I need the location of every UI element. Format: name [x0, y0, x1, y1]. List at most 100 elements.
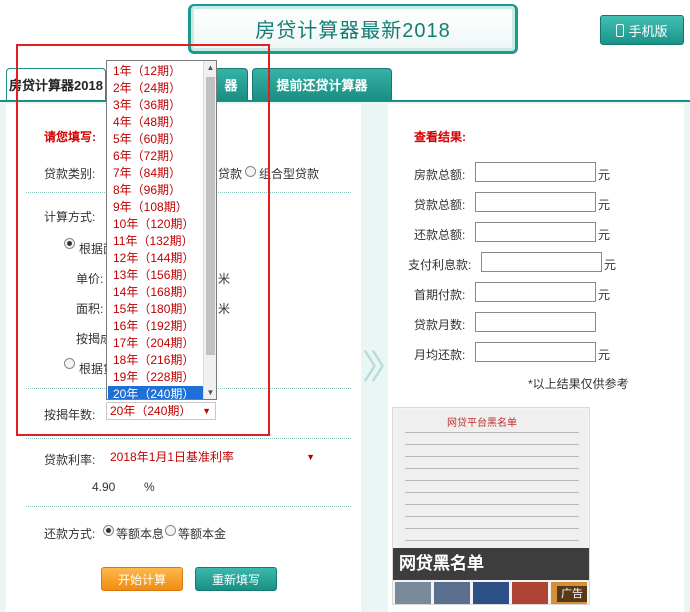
- result-unit: 元: [598, 288, 611, 302]
- repay-equal-interest-label[interactable]: 等额本息: [116, 525, 164, 542]
- result-interest-field[interactable]: [481, 252, 602, 272]
- area-unit: 米: [218, 302, 231, 316]
- reset-button[interactable]: 重新填写: [195, 567, 277, 591]
- result-loan-total-field[interactable]: [475, 192, 596, 212]
- tab-prepay-calculator[interactable]: 提前还贷计算器: [252, 68, 392, 100]
- result-label-months: 贷款月数:: [414, 318, 466, 332]
- scroll-down-icon[interactable]: ▼: [204, 386, 216, 399]
- tab-label: 房贷计算器2018: [9, 78, 103, 93]
- page-title: 房贷计算器最新2018: [255, 20, 451, 42]
- dropdown-option[interactable]: 19年（228期）: [108, 369, 203, 386]
- years-dropdown-list[interactable]: 1年（12期） 2年（24期） 3年（36期） 4年（48期） 5年（60期） …: [106, 60, 217, 400]
- result-unit: 元: [604, 258, 617, 272]
- dropdown-option[interactable]: 14年（168期）: [108, 284, 203, 301]
- dropdown-arrow-icon: ▼: [202, 406, 211, 416]
- start-calculation-button[interactable]: 开始计算: [101, 567, 183, 591]
- ad-thumbnail[interactable]: [395, 582, 431, 604]
- ad-tag: 广告: [557, 586, 587, 602]
- unit-price-label: 单价:: [76, 272, 104, 286]
- tab-mortgage-calculator[interactable]: 房贷计算器2018: [6, 68, 106, 100]
- result-unit: 元: [598, 198, 611, 212]
- years-select-value: 20年（240期）: [110, 404, 192, 418]
- dropdown-option[interactable]: 7年（84期）: [108, 165, 203, 182]
- dropdown-scrollbar[interactable]: ▲ ▼: [203, 61, 216, 399]
- result-label-repay-total: 还款总额:: [414, 228, 466, 242]
- dropdown-arrow-icon: ▼: [306, 452, 315, 462]
- dropdown-option[interactable]: 13年（156期）: [108, 267, 203, 284]
- form-heading: 请您填写:: [44, 130, 96, 144]
- chevron-right-icon: 〉: [370, 349, 404, 387]
- repay-equal-principal-label[interactable]: 等额本金: [178, 525, 226, 542]
- result-house-total-field[interactable]: [475, 162, 596, 182]
- ad-thumbnail[interactable]: [434, 582, 470, 604]
- page-title-banner: 房贷计算器最新2018: [188, 4, 518, 54]
- result-note: *以上结果仅供参考: [528, 377, 629, 391]
- ad-banner[interactable]: 网贷平台黑名单 网贷黑名单 广告: [392, 407, 590, 605]
- ad-thumbnail[interactable]: [473, 582, 509, 604]
- result-unit: 元: [598, 348, 611, 362]
- loan-type-combo-label[interactable]: 组合型贷款: [259, 165, 319, 182]
- result-unit: 元: [598, 228, 611, 242]
- tab-other-calculator[interactable]: 器: [214, 68, 248, 100]
- result-label-interest: 支付利息款:: [408, 258, 472, 272]
- results-heading: 查看结果:: [414, 130, 466, 144]
- dropdown-option[interactable]: 1年（12期）: [108, 63, 203, 80]
- dropdown-option[interactable]: 8年（96期）: [108, 182, 203, 199]
- divider: [26, 438, 351, 439]
- result-unit: 元: [598, 168, 611, 182]
- dropdown-option[interactable]: 5年（60期）: [108, 131, 203, 148]
- dropdown-option-selected[interactable]: 20年（240期）: [108, 386, 203, 399]
- loan-type-combo-radio[interactable]: [245, 166, 256, 177]
- scroll-up-icon[interactable]: ▲: [204, 61, 216, 74]
- method-by-loan-radio[interactable]: [64, 358, 75, 369]
- calc-method-label: 计算方式:: [44, 210, 96, 224]
- rate-select-value: 2018年1月1日基准利率: [110, 450, 235, 464]
- mobile-version-button[interactable]: 手机版: [600, 15, 684, 45]
- method-by-area-radio[interactable]: [64, 238, 75, 249]
- result-months-field[interactable]: [475, 312, 596, 332]
- result-monthly-field[interactable]: [475, 342, 596, 362]
- ad-image: 网贷平台黑名单: [397, 410, 587, 550]
- result-label-monthly: 月均还款:: [414, 348, 466, 362]
- ad-paper-title: 网贷平台黑名单: [447, 418, 517, 429]
- ad-overlay-text: 网贷黑名单: [393, 548, 589, 580]
- dropdown-option[interactable]: 16年（192期）: [108, 318, 203, 335]
- unit-price-unit: 米: [218, 272, 231, 286]
- result-down-payment-field[interactable]: [475, 282, 596, 302]
- repay-method-label: 还款方式:: [44, 527, 96, 541]
- ad-thumbnail[interactable]: [512, 582, 548, 604]
- result-label-house-total: 房款总额:: [414, 168, 466, 182]
- dropdown-option[interactable]: 15年（180期）: [108, 301, 203, 318]
- rate-label: 贷款利率:: [44, 453, 96, 467]
- reset-button-label: 重新填写: [211, 572, 260, 587]
- dropdown-option[interactable]: 9年（108期）: [108, 199, 203, 216]
- tab-label: 器: [224, 78, 238, 93]
- dropdown-option[interactable]: 17年（204期）: [108, 335, 203, 352]
- result-label-down-payment: 首期付款:: [414, 288, 466, 302]
- dropdown-option[interactable]: 18年（216期）: [108, 352, 203, 369]
- rate-select[interactable]: 2018年1月1日基准利率 ▼: [106, 448, 320, 466]
- mobile-version-label: 手机版: [628, 23, 668, 39]
- rate-unit: %: [144, 480, 155, 494]
- years-select[interactable]: 20年（240期） ▼: [106, 402, 216, 420]
- area-label: 面积:: [76, 302, 104, 316]
- dropdown-option[interactable]: 10年（120期）: [108, 216, 203, 233]
- result-repay-total-field[interactable]: [475, 222, 596, 242]
- dropdown-option[interactable]: 12年（144期）: [108, 250, 203, 267]
- dropdown-option[interactable]: 4年（48期）: [108, 114, 203, 131]
- loan-type-label: 贷款类别:: [44, 167, 96, 181]
- start-button-label: 开始计算: [117, 572, 166, 587]
- result-label-loan-total: 贷款总额:: [414, 198, 466, 212]
- divider: [26, 506, 351, 507]
- rate-input[interactable]: 4.90: [88, 477, 140, 497]
- repay-equal-principal-radio[interactable]: [165, 525, 176, 536]
- dropdown-option[interactable]: 11年（132期）: [108, 233, 203, 250]
- dropdown-option[interactable]: 2年（24期）: [108, 80, 203, 97]
- tab-label: 提前还贷计算器: [276, 78, 368, 93]
- phone-icon: [616, 23, 625, 37]
- repay-equal-interest-radio[interactable]: [103, 525, 114, 536]
- dropdown-option[interactable]: 6年（72期）: [108, 148, 203, 165]
- scroll-thumb[interactable]: [206, 77, 215, 355]
- loan-type-option-fragment[interactable]: 贷款: [218, 165, 242, 182]
- dropdown-option[interactable]: 3年（36期）: [108, 97, 203, 114]
